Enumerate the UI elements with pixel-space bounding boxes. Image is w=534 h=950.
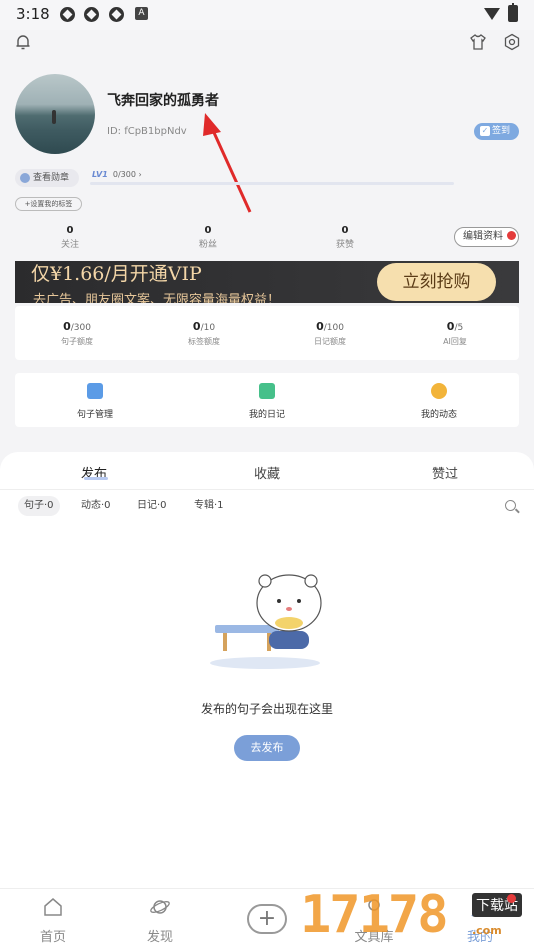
following-count[interactable]: 0	[40, 225, 100, 236]
notification-dot	[507, 894, 516, 903]
sentence-edit-icon[interactable]	[87, 383, 103, 399]
sentence-quota-label: 句子额度	[61, 337, 93, 346]
notification-app-icon	[109, 7, 124, 22]
home-icon[interactable]	[42, 896, 64, 918]
feature-my-posts[interactable]: 我的动态	[399, 407, 479, 420]
tag-quota[interactable]: 0/10	[159, 320, 249, 333]
planet-icon[interactable]	[431, 383, 447, 399]
status-time: 3:18	[16, 5, 50, 23]
level-indicator[interactable]: LV1 0/300 ›	[92, 170, 142, 179]
notification-app-icon	[84, 7, 99, 22]
nav-discover[interactable]: 发现	[130, 926, 190, 945]
feature-sentence-manage[interactable]: 句子管理	[55, 407, 135, 420]
notification-app-icon	[60, 7, 75, 22]
diary-quota-label: 日记额度	[314, 337, 346, 346]
tag-quota-label: 标签额度	[188, 337, 220, 346]
ai-quota[interactable]: 0/5	[410, 320, 500, 333]
filter-albums[interactable]: 专辑·1	[188, 496, 230, 516]
plus-icon[interactable]: +	[247, 904, 287, 934]
wifi-icon	[484, 8, 500, 20]
followers-label: 粉丝	[198, 240, 217, 250]
following-label: 关注	[60, 240, 79, 250]
annotation-arrow	[203, 113, 252, 213]
planet-icon[interactable]	[149, 896, 171, 918]
bell-icon[interactable]	[12, 33, 34, 55]
ai-quota-label: AI回复	[443, 337, 467, 346]
likes-count[interactable]: 0	[315, 225, 375, 236]
filter-posts[interactable]: 动态·0	[75, 496, 117, 516]
status-bar	[0, 0, 534, 30]
checkin-label: 签到	[492, 126, 511, 136]
battery-icon	[508, 3, 518, 22]
view-medals-button[interactable]: 查看勋章	[15, 169, 79, 187]
level-badge: LV1	[92, 170, 108, 179]
avatar[interactable]	[15, 74, 95, 154]
checkin-icon: ✓	[480, 125, 490, 136]
notification-dot	[507, 231, 516, 240]
checkin-button[interactable]: ✓ 签到	[474, 123, 519, 140]
divider	[0, 489, 534, 490]
followers-count[interactable]: 0	[178, 225, 238, 236]
vip-buy-button[interactable]: 立刻抢购	[377, 263, 496, 301]
diary-book-icon[interactable]	[259, 383, 275, 399]
feature-my-diary[interactable]: 我的日记	[227, 407, 307, 420]
likes-label: 获赞	[335, 240, 354, 250]
user-nickname: 飞奔回家的孤勇者	[107, 93, 219, 109]
set-tags-button[interactable]: +设置我的标签	[15, 197, 82, 211]
empty-state-bear-illustration	[210, 574, 322, 669]
sentence-quota[interactable]: 0/300	[32, 320, 122, 333]
tshirt-icon[interactable]	[467, 33, 489, 55]
filter-sentences[interactable]: 句子·0	[18, 496, 60, 516]
tab-liked[interactable]: 赞过	[405, 463, 485, 482]
vip-subline: 去广告、朋友圈文案、无限容量海量权益！	[33, 293, 281, 303]
user-id[interactable]: ID: fCpB1bpNdv	[107, 126, 187, 137]
level-progress-bar	[90, 182, 454, 185]
diary-quota[interactable]: 0/100	[285, 320, 375, 333]
go-publish-button[interactable]: 去发布	[234, 735, 300, 761]
level-progress: 0/300	[112, 170, 136, 179]
active-tab-indicator	[84, 477, 108, 480]
watermark-domain: .com	[472, 924, 502, 937]
filter-diaries[interactable]: 日记·0	[131, 496, 173, 516]
tab-favorites[interactable]: 收藏	[227, 463, 307, 482]
empty-state-message: 发布的句子会出现在这里	[200, 702, 333, 716]
quota-card	[15, 306, 519, 360]
watermark-logo: 17178	[300, 885, 449, 945]
vip-headline: 仅¥1.66/月开通VIP	[31, 263, 202, 285]
nav-home[interactable]: 首页	[23, 926, 83, 945]
notification-a-icon: A	[135, 7, 148, 20]
settings-gear-icon[interactable]	[501, 33, 523, 55]
search-icon[interactable]	[505, 500, 516, 511]
